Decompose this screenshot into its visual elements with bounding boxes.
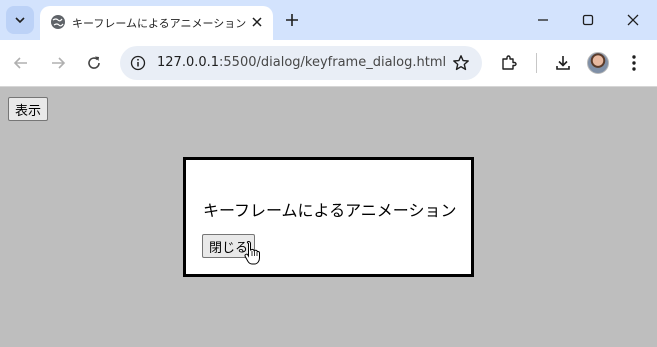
new-tab-button[interactable]: [282, 10, 302, 30]
address-bar[interactable]: 127.0.0.1:5500/dialog/keyframe_dialog.ht…: [120, 46, 482, 80]
url-path: :5500/dialog/keyframe_dialog.html: [219, 55, 447, 70]
tab-close-button[interactable]: [249, 14, 265, 30]
mouse-cursor-icon: [244, 240, 260, 265]
plus-icon: [286, 14, 298, 26]
tab-search-button[interactable]: [6, 6, 34, 34]
star-icon[interactable]: [452, 54, 470, 72]
minimize-button[interactable]: [529, 6, 557, 34]
dialog-text: キーフレームによるアニメーション: [203, 201, 457, 220]
close-icon: [252, 17, 262, 27]
globe-icon: [51, 15, 65, 29]
window-close-button[interactable]: [619, 6, 647, 34]
maximize-icon: [582, 14, 594, 26]
chevron-down-icon: [15, 17, 25, 24]
close-icon: [627, 14, 639, 26]
minimize-icon: [538, 19, 548, 21]
toolbar-divider: [536, 53, 537, 73]
back-button[interactable]: [9, 51, 33, 75]
url-host: 127.0.0.1: [157, 55, 220, 70]
download-icon: [556, 56, 570, 70]
url-text[interactable]: 127.0.0.1:5500/dialog/keyframe_dialog.ht…: [157, 55, 446, 70]
arrow-left-icon: [13, 57, 27, 69]
maximize-button[interactable]: [574, 6, 602, 34]
active-tab[interactable]: キーフレームによるアニメーション: [40, 6, 273, 40]
info-icon[interactable]: [130, 55, 146, 71]
tab-title: キーフレームによるアニメーション: [72, 17, 247, 30]
profile-avatar[interactable]: [587, 52, 609, 74]
kebab-menu-icon: [632, 55, 636, 71]
tab-strip: キーフレームによるアニメーション: [0, 0, 657, 40]
dialog: キーフレームによるアニメーション 閉じる: [183, 157, 474, 277]
extensions-button[interactable]: [497, 51, 521, 75]
reload-icon: [88, 56, 100, 69]
menu-button[interactable]: [622, 51, 646, 75]
puzzle-icon: [502, 55, 517, 70]
forward-button[interactable]: [46, 51, 70, 75]
show-button[interactable]: 表示: [8, 97, 49, 121]
browser-toolbar: 127.0.0.1:5500/dialog/keyframe_dialog.ht…: [0, 40, 657, 87]
downloads-button[interactable]: [551, 51, 575, 75]
arrow-right-icon: [52, 57, 66, 69]
reload-button[interactable]: [82, 51, 106, 75]
